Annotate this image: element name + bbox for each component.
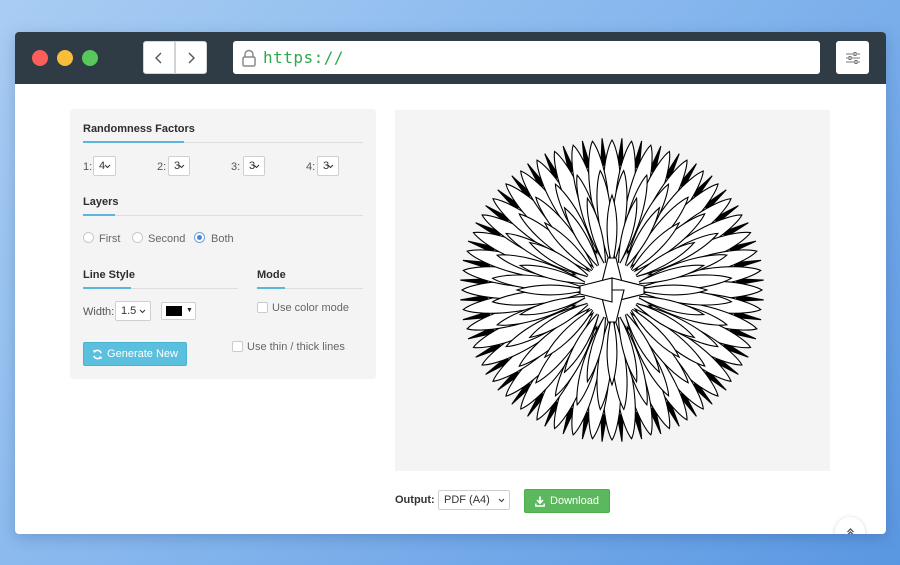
output-format-select[interactable]: PDF (A4) xyxy=(438,490,510,510)
layer-first-label: First xyxy=(99,233,121,245)
address-bar[interactable]: https:// xyxy=(233,41,820,74)
factor-4-label: 4: xyxy=(306,161,316,173)
download-button[interactable]: Download xyxy=(524,489,610,513)
factor-2-label: 2: xyxy=(157,161,167,173)
sliders-icon xyxy=(845,51,860,64)
chevron-down-icon xyxy=(327,164,334,169)
layer-second-radio[interactable] xyxy=(132,232,143,243)
section-underline xyxy=(83,214,115,216)
color-mode-checkbox[interactable] xyxy=(257,302,268,313)
maximize-window-button[interactable] xyxy=(82,50,98,66)
factor-1-select[interactable]: 4 xyxy=(93,156,116,176)
layer-both-radio[interactable] xyxy=(194,232,205,243)
minimize-window-button[interactable] xyxy=(57,50,73,66)
layer-first-radio[interactable] xyxy=(83,232,94,243)
layer-second-label: Second xyxy=(148,233,186,245)
mode-title: Mode xyxy=(257,269,286,281)
section-underline xyxy=(83,287,131,289)
browser-window: https:// Randomness Factors 1: 4 2: 3 3:… xyxy=(15,32,886,534)
section-underline xyxy=(257,287,285,289)
line-style-title: Line Style xyxy=(83,269,135,281)
thin-thick-checkbox[interactable] xyxy=(232,341,243,352)
caret-down-icon: ▼ xyxy=(186,307,193,314)
generate-new-label: Generate New xyxy=(107,348,178,360)
close-window-button[interactable] xyxy=(32,50,48,66)
factor-2-select[interactable]: 3 xyxy=(168,156,190,176)
section-underline xyxy=(83,141,184,143)
download-icon xyxy=(535,496,545,507)
generate-new-button[interactable]: Generate New xyxy=(83,342,187,366)
url-text: https:// xyxy=(263,48,345,67)
page-content: Randomness Factors 1: 4 2: 3 3: 3 4: 3 L… xyxy=(15,84,886,534)
chevron-down-icon xyxy=(178,164,185,169)
line-width-value: 1.5 xyxy=(121,305,137,317)
chevron-down-icon xyxy=(253,164,260,169)
output-format-value: PDF (A4) xyxy=(444,494,490,506)
thin-thick-label: Use thin / thick lines xyxy=(247,341,345,353)
scroll-to-top-button[interactable] xyxy=(835,517,865,534)
factor-3-label: 3: xyxy=(231,161,241,173)
line-width-select[interactable]: 1.5 xyxy=(115,301,151,321)
divider xyxy=(83,215,363,216)
chevron-down-icon xyxy=(104,164,111,169)
chevron-down-icon xyxy=(139,309,146,314)
forward-button[interactable] xyxy=(175,41,207,74)
browser-titlebar: https:// xyxy=(15,32,886,84)
mandala-drawing xyxy=(460,138,764,442)
chevron-left-icon xyxy=(155,52,162,63)
output-label: Output: xyxy=(395,494,435,506)
mandala-preview xyxy=(395,110,830,471)
line-color-picker[interactable]: ▼ xyxy=(161,302,196,320)
chevron-down-icon xyxy=(498,498,505,503)
settings-panel: Randomness Factors 1: 4 2: 3 3: 3 4: 3 L… xyxy=(70,109,376,379)
color-swatch xyxy=(166,306,182,316)
download-label: Download xyxy=(550,495,599,507)
factor-3-select[interactable]: 3 xyxy=(243,156,265,176)
randomness-title: Randomness Factors xyxy=(83,123,195,135)
lock-icon xyxy=(242,49,256,67)
width-label: Width: xyxy=(83,306,115,318)
double-chevron-up-icon xyxy=(846,528,854,534)
color-mode-label: Use color mode xyxy=(272,302,350,314)
browser-settings-button[interactable] xyxy=(836,41,869,74)
back-button[interactable] xyxy=(143,41,175,74)
layer-both-label: Both xyxy=(211,233,234,245)
chevron-right-icon xyxy=(188,52,195,63)
factor-1-label: 1: xyxy=(83,161,93,173)
layers-title: Layers xyxy=(83,196,119,208)
refresh-icon xyxy=(92,349,103,359)
factor-4-select[interactable]: 3 xyxy=(317,156,339,176)
